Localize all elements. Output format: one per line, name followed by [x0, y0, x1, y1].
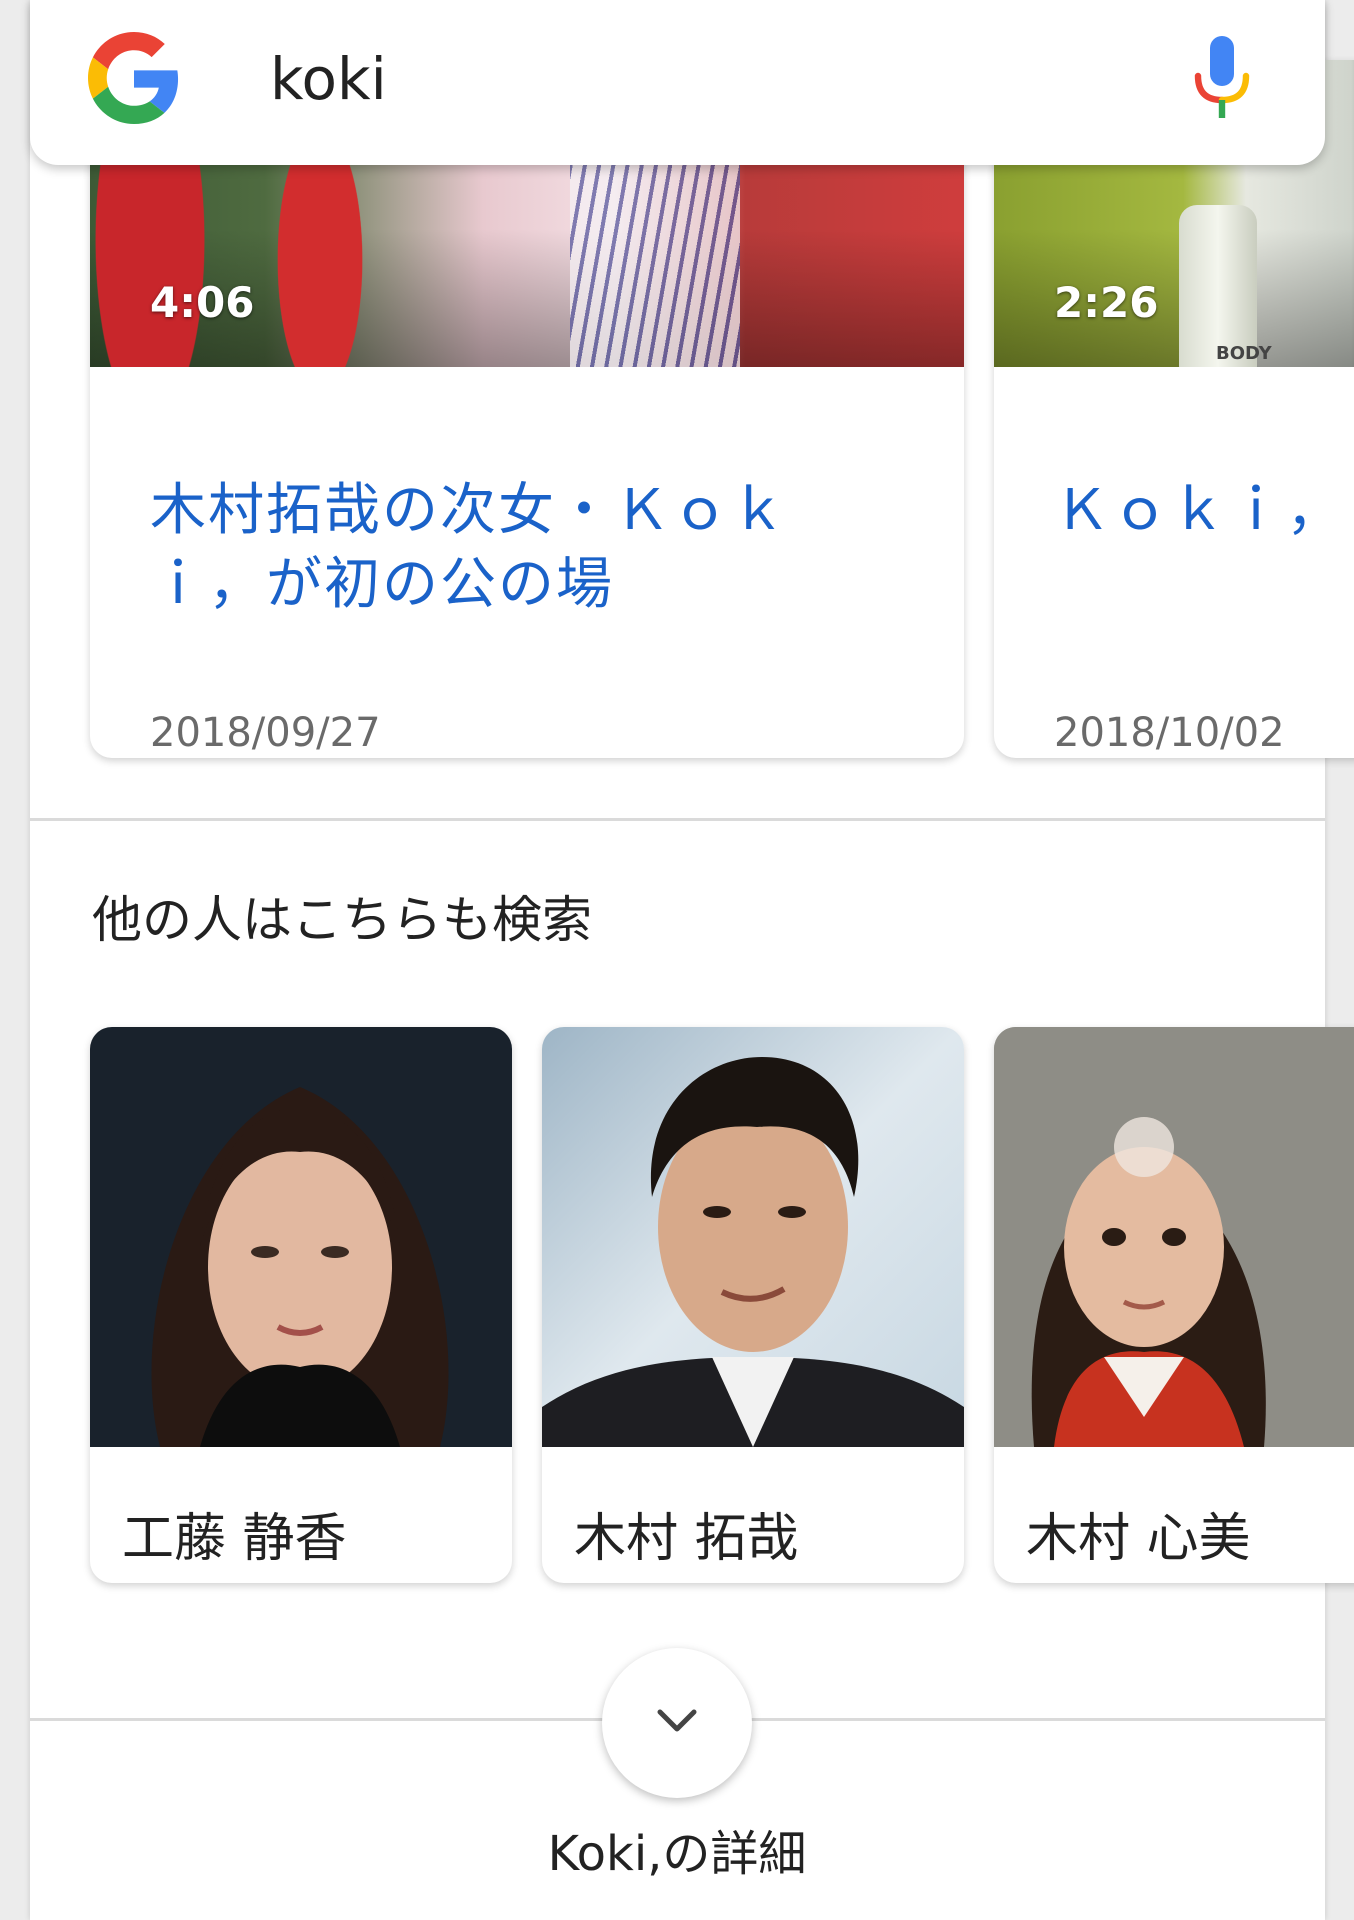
person-card[interactable]: 木村 拓哉	[542, 1027, 964, 1583]
video-title-link[interactable]: 木村拓哉の次女・Ｋｏｋｉ，が初の公の場	[150, 474, 870, 622]
video-duration: 4:06	[150, 278, 255, 327]
video-title-link[interactable]: Ｋｏｋｉ，	[1054, 474, 1354, 548]
person-name[interactable]: 工藤 静香	[122, 1507, 347, 1571]
section-divider	[30, 818, 1325, 821]
video-duration: 2:26	[1054, 278, 1159, 327]
person-name[interactable]: 木村 心美	[1026, 1507, 1251, 1571]
search-bar[interactable]: koki	[30, 0, 1325, 165]
video-date: 2018/09/27	[150, 710, 381, 756]
chevron-down-icon	[657, 1709, 697, 1732]
person-card[interactable]: 木村 心美	[994, 1027, 1354, 1583]
expand-button[interactable]	[602, 1648, 752, 1798]
person-card[interactable]: 工藤 静香	[90, 1027, 512, 1583]
person-photo[interactable]	[90, 1027, 512, 1447]
person-name[interactable]: 木村 拓哉	[574, 1507, 799, 1571]
section-heading: 他の人はこちらも検索	[92, 891, 592, 949]
more-about-link[interactable]: Koki,の詳細	[0, 1814, 1354, 1884]
google-logo-icon[interactable]	[88, 32, 180, 124]
video-date: 2018/10/02	[1054, 710, 1285, 756]
bottle-label: BODY	[1216, 343, 1272, 364]
microphone-icon[interactable]	[1192, 36, 1252, 120]
search-query-text[interactable]: koki	[270, 44, 387, 114]
person-photo[interactable]	[542, 1027, 964, 1447]
person-photo[interactable]	[994, 1027, 1354, 1447]
